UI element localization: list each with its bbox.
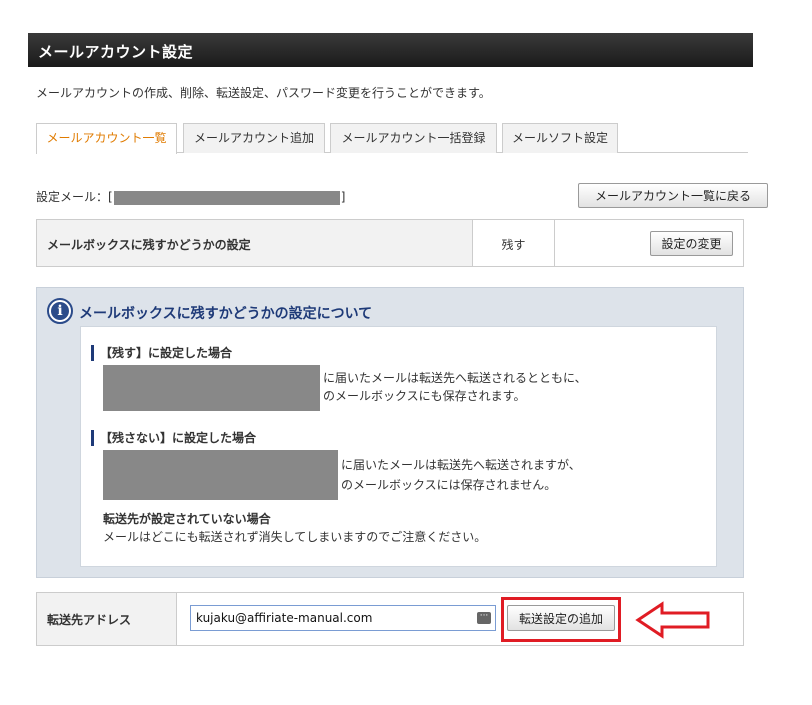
- tab-account-add[interactable]: メールアカウント追加: [183, 123, 325, 153]
- setting-mail-label: 設定メール：[]: [36, 188, 345, 205]
- no-keep-heading: 【残さない】に設定した場合: [91, 430, 256, 446]
- info-title: メールボックスに残すかどうかの設定について: [79, 306, 373, 322]
- page-description: メールアカウントの作成、削除、転送設定、パスワード変更を行うことができます。: [36, 86, 491, 100]
- add-forward-button[interactable]: 転送設定の追加: [507, 605, 615, 631]
- redacted-email: [113, 190, 340, 205]
- no-keep-line-2: のメールボックスには保存されません。: [341, 478, 557, 492]
- keep-heading: 【残す】に設定した場合: [91, 345, 232, 361]
- forward-address-label: 転送先アドレス: [37, 593, 177, 645]
- page-header: メールアカウント設定: [28, 33, 753, 67]
- keep-line-1: に届いたメールは転送先へ転送されるとともに、: [323, 371, 587, 385]
- back-to-list-button[interactable]: メールアカウント一覧に戻る: [578, 183, 768, 208]
- info-content: 【残す】に設定した場合 に届いたメールは転送先へ転送されるとともに、 のメールボ…: [80, 326, 717, 567]
- forward-address-input[interactable]: [190, 605, 496, 631]
- info-panel: i メールボックスに残すかどうかの設定について 【残す】に設定した場合 に届いた…: [36, 287, 744, 578]
- tab-label: メールアカウント一覧: [46, 131, 167, 145]
- mailbox-setting-label: メールボックスに残すかどうかの設定: [37, 220, 473, 266]
- info-icon: i: [47, 298, 73, 324]
- tab-bar: メールアカウント一覧 メールアカウント追加 メールアカウント一括登録 メールソフ…: [36, 123, 748, 154]
- change-setting-button[interactable]: 設定の変更: [650, 231, 733, 256]
- mailbox-setting-value: 残す: [473, 220, 555, 266]
- redacted-address: [103, 365, 320, 411]
- tab-mail-software[interactable]: メールソフト設定: [502, 123, 618, 153]
- tab-label: メールアカウント追加: [193, 131, 314, 145]
- note-text: メールはどこにも転送されず消失してしまいますのでご注意ください。: [103, 530, 487, 544]
- note-heading: 転送先が設定されていない場合: [103, 512, 271, 526]
- mailbox-setting-row: メールボックスに残すかどうかの設定 残す 設定の変更: [36, 219, 744, 267]
- keep-line-2: のメールボックスにも保存されます。: [323, 389, 526, 403]
- no-keep-line-1: に届いたメールは転送先へ転送されますが、: [341, 458, 581, 472]
- page-title: メールアカウント設定: [38, 43, 194, 61]
- tab-account-list[interactable]: メールアカウント一覧: [36, 123, 177, 154]
- tab-label: メールアカウント一括登録: [341, 131, 486, 145]
- setting-mail-prefix: 設定メール：[: [36, 190, 113, 204]
- autofill-icon[interactable]: ···: [477, 612, 491, 624]
- tab-bulk-register[interactable]: メールアカウント一括登録: [330, 123, 497, 153]
- redacted-address: [103, 450, 338, 500]
- left-arrow-icon: [635, 601, 710, 639]
- setting-mail-suffix: ]: [340, 190, 346, 204]
- tab-label: メールソフト設定: [511, 131, 608, 145]
